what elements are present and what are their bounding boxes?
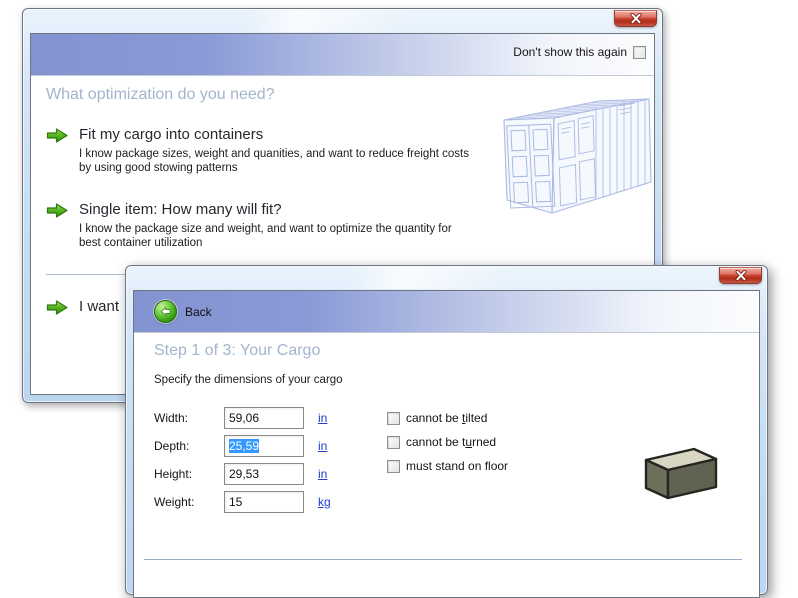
green-arrow-icon bbox=[46, 300, 68, 315]
close-button[interactable] bbox=[614, 10, 657, 27]
cannot-tilt-checkbox[interactable] bbox=[387, 411, 400, 425]
width-input[interactable] bbox=[224, 407, 304, 429]
close-icon bbox=[735, 270, 746, 281]
cargo-window-content: Back Step 1 of 3: Your Cargo Specify the… bbox=[133, 290, 760, 598]
depth-unit-link[interactable]: in bbox=[318, 439, 327, 453]
back-label: Back bbox=[185, 304, 212, 319]
close-button[interactable] bbox=[719, 267, 762, 284]
step-title: Step 1 of 3: Your Cargo bbox=[154, 342, 321, 359]
dont-show-checkbox[interactable] bbox=[633, 45, 646, 59]
depth-input[interactable]: 25,59 bbox=[224, 435, 304, 457]
weight-unit-link[interactable]: kg bbox=[318, 495, 331, 509]
option-title: Single item: How many will fit? bbox=[79, 201, 282, 218]
weight-input[interactable] bbox=[224, 491, 304, 513]
shipping-container-icon bbox=[503, 98, 652, 214]
back-button[interactable]: Back bbox=[154, 300, 212, 323]
height-input[interactable] bbox=[224, 463, 304, 485]
optimization-window-titlebar[interactable] bbox=[23, 9, 662, 32]
close-icon bbox=[630, 13, 641, 24]
cargo-header-band: Back bbox=[134, 291, 759, 333]
width-label: Width: bbox=[154, 411, 189, 425]
option-desc-line: by using good stowing patterns bbox=[79, 162, 238, 174]
dont-show-label: Don't show this again bbox=[513, 45, 627, 59]
constraint-label: must stand on floor bbox=[406, 459, 509, 473]
selected-text: 25,59 bbox=[229, 439, 260, 453]
option-desc-line: best container utilization bbox=[79, 237, 203, 249]
depth-label: Depth: bbox=[154, 439, 190, 453]
option-single-item[interactable]: Single item: How many will fit? I know t… bbox=[46, 201, 494, 250]
step-instruction: Specify the dimensions of your cargo bbox=[154, 374, 343, 386]
constraint-label: cannot be turned bbox=[406, 435, 497, 449]
option-fit-cargo[interactable]: Fit my cargo into containers I know pack… bbox=[46, 126, 494, 175]
page-title: What optimization do you need? bbox=[46, 86, 275, 103]
constraint-label: cannot be tilted bbox=[406, 411, 488, 425]
height-unit-link[interactable]: in bbox=[318, 467, 327, 481]
back-arrow-icon bbox=[154, 300, 177, 323]
cannot-turn-checkbox[interactable] bbox=[387, 435, 400, 449]
width-unit-link[interactable]: in bbox=[318, 411, 327, 425]
optimization-header-band: Don't show this again bbox=[31, 34, 654, 76]
green-arrow-icon bbox=[46, 203, 68, 218]
green-arrow-icon bbox=[46, 128, 68, 143]
height-label: Height: bbox=[154, 467, 193, 481]
option-desc-line: I know the package size and weight, and … bbox=[79, 223, 452, 235]
option-desc-line: I know package sizes, weight and quaniti… bbox=[79, 148, 469, 160]
option-title: Fit my cargo into containers bbox=[79, 126, 264, 143]
cargo-window: Back Step 1 of 3: Your Cargo Specify the… bbox=[125, 265, 768, 598]
constraint-cannot-turn: cannot be turned bbox=[387, 435, 496, 449]
stand-on-floor-checkbox[interactable] bbox=[387, 459, 400, 473]
weight-label: Weight: bbox=[154, 495, 195, 509]
cargo-window-titlebar[interactable] bbox=[126, 266, 767, 289]
constraint-cannot-tilt: cannot be tilted bbox=[387, 411, 487, 425]
constraint-stand-on-floor: must stand on floor bbox=[387, 459, 508, 473]
footer-divider bbox=[144, 559, 742, 560]
cargo-box-icon bbox=[644, 447, 718, 500]
